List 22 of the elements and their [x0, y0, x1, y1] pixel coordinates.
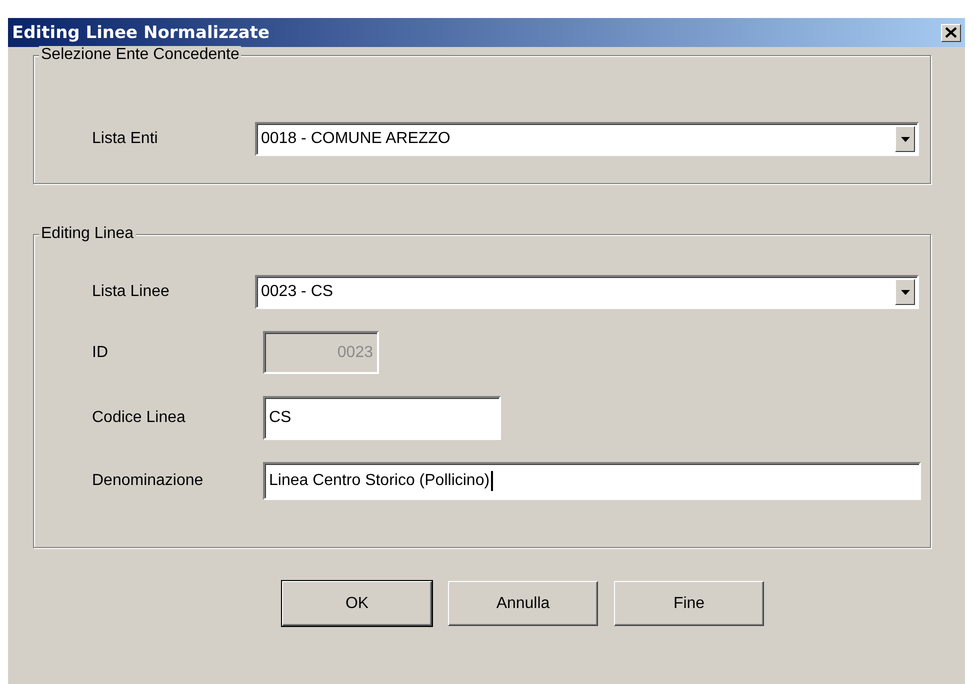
caret-icon [900, 136, 910, 142]
dialog-button[interactable]: OK [282, 581, 432, 626]
dialog-button[interactable]: Fine [614, 581, 764, 626]
field-label: Lista Linee [92, 283, 170, 301]
input-field[interactable]: CS [263, 396, 501, 440]
field-label: Lista Enti [92, 130, 159, 148]
group-title: Editing Linea [39, 225, 136, 243]
dropdown-button[interactable] [895, 126, 915, 152]
window-title: Editing Linee Normalizzate [12, 22, 270, 42]
close-button[interactable] [941, 24, 961, 42]
close-icon [945, 27, 957, 38]
dialog-button[interactable]: Annulla [448, 581, 598, 626]
dropdown-button[interactable] [895, 279, 915, 305]
dropdown[interactable]: 0023 - CS [255, 275, 919, 309]
input-field[interactable]: Linea Centro Storico (Pollicino) [263, 462, 921, 500]
dropdown[interactable]: 0018 - COMUNE AREZZO [255, 122, 919, 156]
dropdown-value: 0018 - COMUNE AREZZO [261, 130, 450, 148]
field-label: ID [92, 344, 109, 362]
field-label: Codice Linea [92, 409, 186, 427]
caret-icon [900, 290, 910, 294]
dropdown-value: 0023 - CS [261, 283, 334, 301]
field-label: Denominazione [92, 472, 204, 490]
